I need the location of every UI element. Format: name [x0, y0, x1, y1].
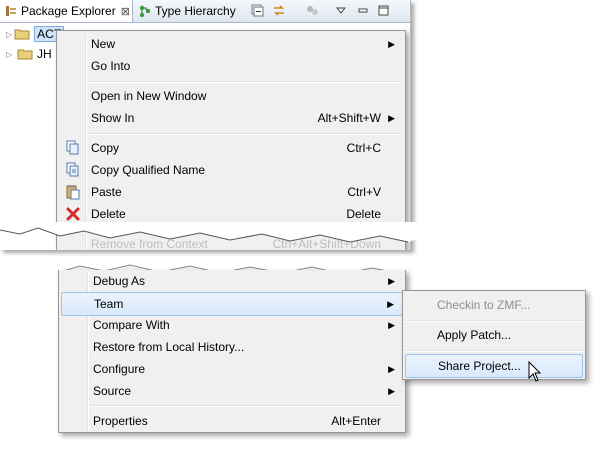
- menu-item-label: Go Into: [91, 59, 131, 73]
- view-tab-bar: Package Explorer ⊠ Type Hierarchy: [0, 0, 410, 23]
- submenu-arrow-icon: ▶: [388, 319, 395, 330]
- menu-item-accelerator: Delete: [346, 207, 381, 221]
- type-hierarchy-icon: [139, 5, 151, 18]
- close-icon[interactable]: ⊠: [121, 5, 130, 18]
- menu-item-copy[interactable]: Copy Ctrl+C: [59, 137, 403, 159]
- menu-item-label: Team: [94, 297, 124, 311]
- team-submenu: Checkin to ZMF... Apply Patch... Share P…: [402, 290, 586, 380]
- menu-item-show-in[interactable]: Show In Alt+Shift+W ▶: [59, 107, 403, 129]
- delete-icon: [65, 206, 81, 222]
- menu-separator: [88, 81, 403, 83]
- package-explorer-panel: Package Explorer ⊠ Type Hierarchy ▷ ACT …: [0, 0, 411, 250]
- menu-item-checkin-to-zmf[interactable]: Checkin to ZMF...: [405, 294, 583, 316]
- menu-item-go-into[interactable]: Go Into: [59, 55, 403, 77]
- submenu-arrow-icon: ▶: [388, 385, 395, 396]
- link-with-editor-icon[interactable]: [272, 4, 286, 17]
- submenu-arrow-icon: ▶: [387, 298, 394, 309]
- menu-item-label: Source: [93, 384, 132, 398]
- menu-item-label: Restore from Local History...: [93, 340, 245, 354]
- tab-type-hierarchy[interactable]: Type Hierarchy: [134, 0, 236, 22]
- mouse-pointer-icon: [528, 361, 542, 382]
- menu-separator: [405, 320, 583, 322]
- context-menu-bottom: Debug As ▶ Team ▶ Compare With ▶ Restore…: [58, 270, 406, 433]
- menu-item-label: Configure: [93, 362, 146, 376]
- paste-icon: [65, 184, 81, 200]
- menu-item-open-in-new-window[interactable]: Open in New Window: [59, 85, 403, 107]
- expand-arrow-icon[interactable]: ▷: [6, 50, 15, 59]
- menu-item-new[interactable]: New ▶: [59, 33, 403, 55]
- project-folder-icon: [17, 48, 33, 60]
- menu-item-copy-qualified-name[interactable]: Copy Qualified Name: [59, 159, 403, 181]
- menu-item-label: Delete: [91, 207, 126, 221]
- menu-separator: [405, 350, 583, 352]
- menu-item-label: Properties: [93, 414, 148, 428]
- submenu-arrow-icon: ▶: [388, 363, 395, 374]
- menu-item-label: Apply Patch...: [437, 328, 512, 342]
- menu-item-source[interactable]: Source ▶: [61, 380, 403, 402]
- submenu-arrow-icon: ▶: [388, 112, 395, 123]
- menu-item-share-project[interactable]: Share Project...: [405, 354, 583, 378]
- menu-item-properties[interactable]: Properties Alt+Enter: [61, 410, 403, 432]
- menu-item-restore-from-local-history[interactable]: Restore from Local History...: [61, 336, 403, 358]
- menu-item-label: Show In: [91, 111, 135, 125]
- menu-item-accelerator: Ctrl+V: [347, 185, 381, 199]
- menu-item-debug-as[interactable]: Debug As ▶: [61, 270, 403, 292]
- menu-item-apply-patch[interactable]: Apply Patch...: [405, 324, 583, 346]
- menu-item-label: Compare With: [93, 318, 170, 332]
- tree-item-label: JH: [37, 47, 52, 61]
- menu-item-label: Debug As: [93, 274, 146, 288]
- menu-item-label: Open in New Window: [91, 89, 207, 103]
- menu-item-label: Share Project...: [438, 359, 521, 373]
- tab-label: Package Explorer: [21, 4, 116, 18]
- collapse-all-icon[interactable]: [250, 4, 264, 17]
- project-tree: ▷ ACT ▷ JH: [0, 24, 65, 64]
- menu-item-label: Paste: [91, 185, 122, 199]
- view-menu-icon[interactable]: [334, 4, 348, 17]
- expand-arrow-icon[interactable]: ▷: [6, 30, 12, 39]
- submenu-arrow-icon: ▶: [388, 38, 395, 49]
- menu-item-team[interactable]: Team ▶: [61, 292, 403, 316]
- menu-item-accelerator: Alt+Shift+W: [317, 111, 381, 125]
- context-menu-top: New ▶ Go Into Open in New Window Show In…: [56, 30, 406, 250]
- menu-item-configure[interactable]: Configure ▶: [61, 358, 403, 380]
- tree-item[interactable]: ▷ ACT: [0, 24, 65, 44]
- focus-active-task-icon[interactable]: [306, 4, 320, 17]
- menu-item-label: Copy Qualified Name: [91, 163, 206, 177]
- minimize-icon[interactable]: [356, 4, 370, 17]
- copy-icon: [65, 140, 81, 156]
- menu-item-compare-with[interactable]: Compare With ▶: [61, 314, 403, 336]
- menu-separator: [88, 133, 403, 135]
- menu-item-label: Checkin to ZMF...: [437, 298, 531, 312]
- submenu-arrow-icon: ▶: [388, 275, 395, 286]
- tree-item[interactable]: ▷ JH: [0, 44, 60, 64]
- tab-label: Type Hierarchy: [155, 4, 236, 18]
- menu-item-accelerator: Ctrl+C: [346, 141, 381, 155]
- tab-package-explorer[interactable]: Package Explorer ⊠: [0, 0, 133, 22]
- copy-qualified-name-icon: [65, 162, 81, 178]
- menu-item-accelerator: Alt+Enter: [331, 414, 381, 428]
- maximize-icon[interactable]: [376, 4, 390, 17]
- project-folder-icon: [14, 28, 30, 40]
- menu-item-paste[interactable]: Paste Ctrl+V: [59, 181, 403, 203]
- menu-item-label: Copy: [91, 141, 120, 155]
- package-explorer-icon: [5, 5, 17, 17]
- menu-item-label: New: [91, 37, 116, 51]
- menu-separator: [90, 405, 403, 407]
